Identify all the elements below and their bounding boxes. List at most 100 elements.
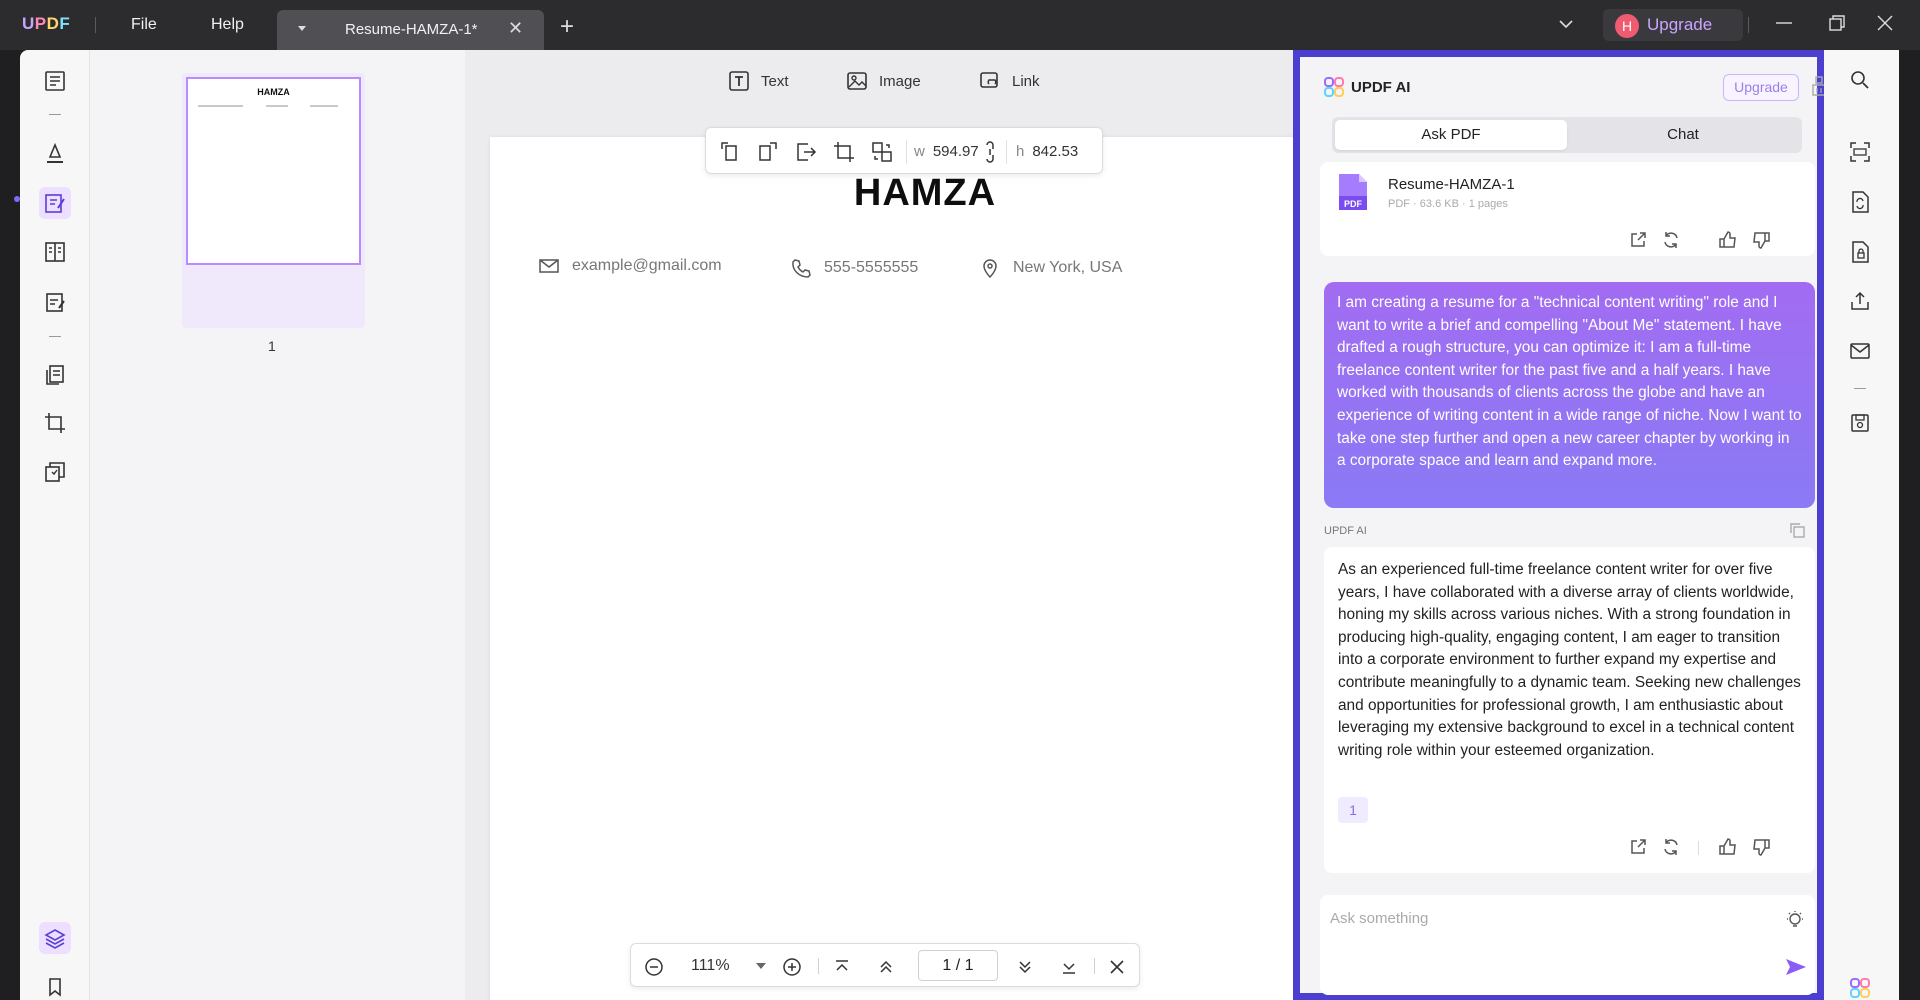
- thumbnail-title: HAMZA: [257, 87, 290, 97]
- page-tools-button[interactable]: [39, 456, 71, 488]
- email-button[interactable]: [1844, 335, 1876, 367]
- zoom-level[interactable]: 111%: [691, 957, 730, 975]
- reader-icon: [45, 71, 65, 91]
- zoom-out-icon[interactable]: [643, 956, 665, 978]
- minimize-icon[interactable]: [1773, 12, 1795, 34]
- new-tab-icon[interactable]: +: [560, 13, 574, 41]
- chevron-down-icon[interactable]: [1556, 14, 1576, 34]
- lock-ratio-icon[interactable]: [980, 140, 1000, 164]
- add-link-tool[interactable]: Link: [978, 69, 1040, 93]
- tab-title: Resume-HAMZA-1*: [345, 21, 478, 38]
- document-area: Text Image Link HAMZA example@gmail.com …: [465, 50, 1320, 1000]
- thumbs-up-icon[interactable]: [1718, 230, 1738, 250]
- rotate-right-icon[interactable]: [756, 140, 780, 164]
- ocr-button[interactable]: [1844, 136, 1876, 168]
- add-image-tool[interactable]: Image: [845, 69, 921, 93]
- document-tab[interactable]: Resume-HAMZA-1* ✕: [277, 10, 544, 50]
- ai-response-bubble: As an experienced full-time freelance co…: [1324, 547, 1815, 873]
- crop-pages-button[interactable]: [39, 407, 71, 439]
- tab-close-icon[interactable]: ✕: [508, 18, 523, 39]
- width-label: w: [914, 143, 925, 160]
- copy-icon[interactable]: [1788, 521, 1806, 539]
- edit-pdf-button[interactable]: [39, 187, 71, 219]
- add-text-tool[interactable]: Text: [727, 69, 789, 93]
- pdf-page[interactable]: HAMZA example@gmail.com 555-5555555 New …: [490, 137, 1320, 1000]
- contact-phone[interactable]: 555-5555555: [790, 257, 918, 279]
- thumbnail-line: [266, 105, 288, 107]
- menu-help[interactable]: Help: [211, 16, 244, 34]
- tool-separator: [49, 114, 61, 115]
- page-number-input[interactable]: 1 / 1: [918, 950, 998, 981]
- contact-location[interactable]: New York, USA: [979, 257, 1122, 279]
- tab-dropdown-icon[interactable]: [298, 26, 306, 31]
- phone-icon: [792, 259, 811, 278]
- search-icon: [1851, 71, 1869, 89]
- citation-badge[interactable]: 1: [1338, 797, 1368, 823]
- reader-mode-button[interactable]: [39, 65, 71, 97]
- upload-share-icon: [1851, 291, 1869, 310]
- ai-upgrade-button[interactable]: Upgrade: [1723, 74, 1799, 101]
- thumbnail-panel: HAMZA 1: [90, 50, 465, 1000]
- attached-file-name: Resume-HAMZA-1: [1388, 176, 1515, 193]
- restore-icon[interactable]: [1826, 12, 1848, 34]
- zoom-in-icon[interactable]: [781, 956, 803, 978]
- bookmark-button[interactable]: [39, 971, 71, 1000]
- resume-name[interactable]: HAMZA: [490, 172, 1320, 215]
- location-text: New York, USA: [1013, 259, 1123, 276]
- thumbs-down-icon[interactable]: [1751, 837, 1771, 857]
- share-icon[interactable]: [1628, 230, 1648, 250]
- updf-ai-button[interactable]: [1844, 972, 1876, 1000]
- previous-message-actions: [1320, 224, 1815, 256]
- next-page-icon[interactable]: [1014, 956, 1036, 978]
- zoom-dropdown-icon[interactable]: [756, 963, 766, 969]
- height-value: 842.53: [1032, 143, 1079, 160]
- text-tool-label: Text: [761, 72, 789, 90]
- share-button[interactable]: [1844, 285, 1876, 317]
- first-page-icon[interactable]: [831, 956, 853, 978]
- save-button[interactable]: [1844, 407, 1876, 439]
- last-page-icon[interactable]: [1058, 956, 1080, 978]
- thumbs-up-icon[interactable]: [1718, 837, 1738, 857]
- pages-icon: [46, 365, 64, 385]
- upgrade-button[interactable]: H Upgrade: [1603, 9, 1743, 41]
- attached-file-meta: PDF · 63.6 KB · 1 pages: [1388, 198, 1508, 210]
- rotate-left-icon[interactable]: [718, 140, 742, 164]
- total-pages: 1: [964, 957, 974, 974]
- convert-button[interactable]: [1844, 186, 1876, 218]
- regenerate-icon[interactable]: [1661, 837, 1681, 857]
- image-width-field[interactable]: w 594.97: [914, 143, 979, 160]
- convert-icon: [1852, 191, 1869, 213]
- comment-tool-button[interactable]: [39, 137, 71, 169]
- phone-text: 555-5555555: [824, 259, 919, 276]
- layers-button[interactable]: [39, 922, 71, 954]
- previous-page-icon[interactable]: [875, 956, 897, 978]
- attached-file-card[interactable]: PDF Resume-HAMZA-1 PDF · 63.6 KB · 1 pag…: [1320, 162, 1815, 224]
- page-thumbnail[interactable]: HAMZA: [186, 77, 361, 265]
- email-text: example@gmail.com: [572, 257, 722, 274]
- mail-icon: [1850, 343, 1870, 359]
- ai-input-box[interactable]: [1320, 895, 1815, 995]
- stack-icon: [45, 462, 65, 482]
- tab-ask-pdf[interactable]: Ask PDF: [1335, 120, 1567, 150]
- sign-tool-button[interactable]: [39, 286, 71, 318]
- contact-email[interactable]: example@gmail.com: [538, 257, 722, 275]
- thumbs-down-icon[interactable]: [1751, 230, 1771, 250]
- protect-button[interactable]: [1844, 236, 1876, 268]
- menu-file[interactable]: File: [131, 16, 157, 34]
- search-button[interactable]: [1844, 64, 1876, 96]
- organize-pages-button[interactable]: [39, 359, 71, 391]
- image-height-field[interactable]: h 842.53: [1016, 143, 1078, 160]
- layers-icon: [44, 929, 66, 949]
- close-nav-icon[interactable]: [1106, 956, 1128, 978]
- replace-image-icon[interactable]: [870, 140, 894, 164]
- share-icon[interactable]: [1628, 837, 1648, 857]
- form-tool-button[interactable]: [39, 236, 71, 268]
- crop-image-icon[interactable]: [832, 140, 856, 164]
- send-icon[interactable]: [1784, 957, 1808, 977]
- ask-input[interactable]: [1330, 903, 1730, 933]
- extract-image-icon[interactable]: [794, 140, 818, 164]
- regenerate-icon[interactable]: [1661, 230, 1681, 250]
- close-window-icon[interactable]: [1874, 12, 1896, 34]
- tab-chat[interactable]: Chat: [1567, 120, 1799, 150]
- prompt-ideas-icon[interactable]: [1784, 909, 1806, 931]
